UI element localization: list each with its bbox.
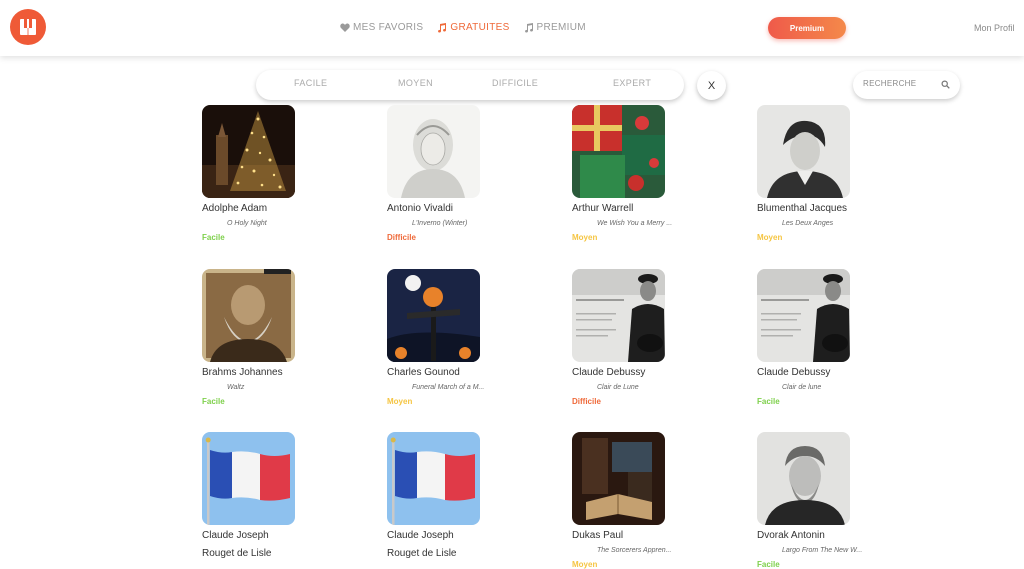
difficulty-level: Facile xyxy=(202,233,225,242)
heart-icon xyxy=(340,23,350,32)
composer-name-line-2: Rouget de Lisle xyxy=(387,548,457,559)
blumenthal-portrait-image[interactable] xyxy=(757,105,850,198)
difficulty-level: Moyen xyxy=(572,560,598,569)
sorcerer-book-image[interactable] xyxy=(572,432,665,525)
piece-title: Largo From The New W... xyxy=(782,547,863,554)
song-card[interactable]: Claude Debussy Clair de lune Facile xyxy=(757,269,907,406)
filter-difficile[interactable]: DIFFICILE xyxy=(492,78,538,88)
piano-keys-logo-icon xyxy=(20,19,36,35)
song-card[interactable]: Claude Joseph Rouget de Lisle xyxy=(387,432,537,559)
filter-facile[interactable]: FACILE xyxy=(294,78,327,88)
brahms-cover-image[interactable] xyxy=(202,269,295,362)
debussy-cover-image[interactable] xyxy=(572,269,665,362)
top-navigation-bar: MES FAVORIS GRATUITES PREMIUM Premium Mo… xyxy=(0,0,1024,56)
song-card[interactable]: Arthur Warrell We Wish You a Merry ... M… xyxy=(572,105,722,242)
search-icon[interactable] xyxy=(941,80,950,89)
difficulty-filter-bar: FACILE MOYEN DIFFICILE EXPERT xyxy=(256,70,684,100)
composer-name: Arthur Warrell xyxy=(572,203,634,214)
composer-name: Dvorak Antonin xyxy=(757,530,825,541)
difficulty-level: Moyen xyxy=(387,397,413,406)
music-note-icon xyxy=(524,22,533,33)
french-flag-image[interactable] xyxy=(387,432,480,525)
song-card[interactable]: Charles Gounod Funeral March of a M... M… xyxy=(387,269,537,406)
difficulty-level: Moyen xyxy=(572,233,598,242)
christmas-gifts-image[interactable] xyxy=(572,105,665,198)
difficulty-level: Difficile xyxy=(572,397,601,406)
song-card[interactable]: Antonio Vivaldi L'Inverno (Winter) Diffi… xyxy=(387,105,537,242)
piece-title: Clair de lune xyxy=(782,384,822,391)
premium-button[interactable]: Premium xyxy=(768,17,846,39)
piece-title: Clair de Lune xyxy=(597,384,639,391)
search-input[interactable] xyxy=(863,79,935,88)
nav-favorites-label: MES FAVORIS xyxy=(353,22,424,33)
nav-free-label: GRATUITES xyxy=(450,22,510,33)
piece-title: O Holy Night xyxy=(227,220,267,227)
vivaldi-portrait-image[interactable] xyxy=(387,105,480,198)
filter-expert[interactable]: EXPERT xyxy=(613,78,651,88)
christmas-tree-night-image[interactable] xyxy=(202,105,295,198)
nav-favorites[interactable]: MES FAVORIS xyxy=(340,22,423,33)
dvorak-portrait-image[interactable] xyxy=(757,432,850,525)
song-card[interactable]: Blumenthal Jacques Les Deux Anges Moyen xyxy=(757,105,907,242)
composer-name: Claude Joseph xyxy=(202,530,269,541)
difficulty-level: Facile xyxy=(757,560,780,569)
french-flag-image[interactable] xyxy=(202,432,295,525)
app-logo[interactable] xyxy=(10,9,46,45)
composer-name: Claude Debussy xyxy=(572,367,646,378)
composer-name: Claude Debussy xyxy=(757,367,831,378)
song-card[interactable]: Claude Debussy Clair de Lune Difficile xyxy=(572,269,722,406)
search-box xyxy=(853,71,960,99)
song-card[interactable]: Brahms Johannes Waltz Facile xyxy=(202,269,352,406)
composer-name: Brahms Johannes xyxy=(202,367,283,378)
profile-link[interactable]: Mon Profil xyxy=(974,23,1015,33)
halloween-scarecrow-image[interactable] xyxy=(387,269,480,362)
difficulty-level: Facile xyxy=(757,397,780,406)
song-card[interactable]: Dukas Paul The Sorcerers Appren... Moyen xyxy=(572,432,722,569)
clear-filter-button[interactable]: X xyxy=(697,71,726,100)
song-card[interactable]: Dvorak Antonin Largo From The New W... F… xyxy=(757,432,907,569)
composer-name: Adolphe Adam xyxy=(202,203,268,214)
difficulty-level: Moyen xyxy=(757,233,783,242)
piece-title: Les Deux Anges xyxy=(782,220,834,227)
song-card[interactable]: Claude Joseph Rouget de Lisle xyxy=(202,432,352,559)
composer-name: Charles Gounod xyxy=(387,367,460,378)
main-nav: MES FAVORIS GRATUITES PREMIUM xyxy=(340,22,586,33)
nav-free[interactable]: GRATUITES xyxy=(437,22,509,33)
composer-name: Claude Joseph xyxy=(387,530,454,541)
composer-name: Antonio Vivaldi xyxy=(387,203,453,214)
difficulty-level: Difficile xyxy=(387,233,416,242)
composer-name: Dukas Paul xyxy=(572,530,624,541)
song-card[interactable]: Adolphe Adam O Holy Night Facile xyxy=(202,105,352,242)
debussy-cover-image[interactable] xyxy=(757,269,850,362)
composer-name: Blumenthal Jacques xyxy=(757,203,848,214)
piece-title: L'Inverno (Winter) xyxy=(412,220,468,227)
filter-moyen[interactable]: MOYEN xyxy=(398,78,433,88)
piece-title: Funeral March of a M... xyxy=(412,384,485,391)
nav-premium[interactable]: PREMIUM xyxy=(524,22,586,33)
nav-premium-label: PREMIUM xyxy=(536,22,586,33)
piece-title: We Wish You a Merry ... xyxy=(597,220,673,227)
piece-title: Waltz xyxy=(227,384,245,391)
difficulty-level: Facile xyxy=(202,397,225,406)
music-note-icon xyxy=(438,22,447,33)
composer-name-line-2: Rouget de Lisle xyxy=(202,548,272,559)
piece-title: The Sorcerers Appren... xyxy=(597,547,672,554)
